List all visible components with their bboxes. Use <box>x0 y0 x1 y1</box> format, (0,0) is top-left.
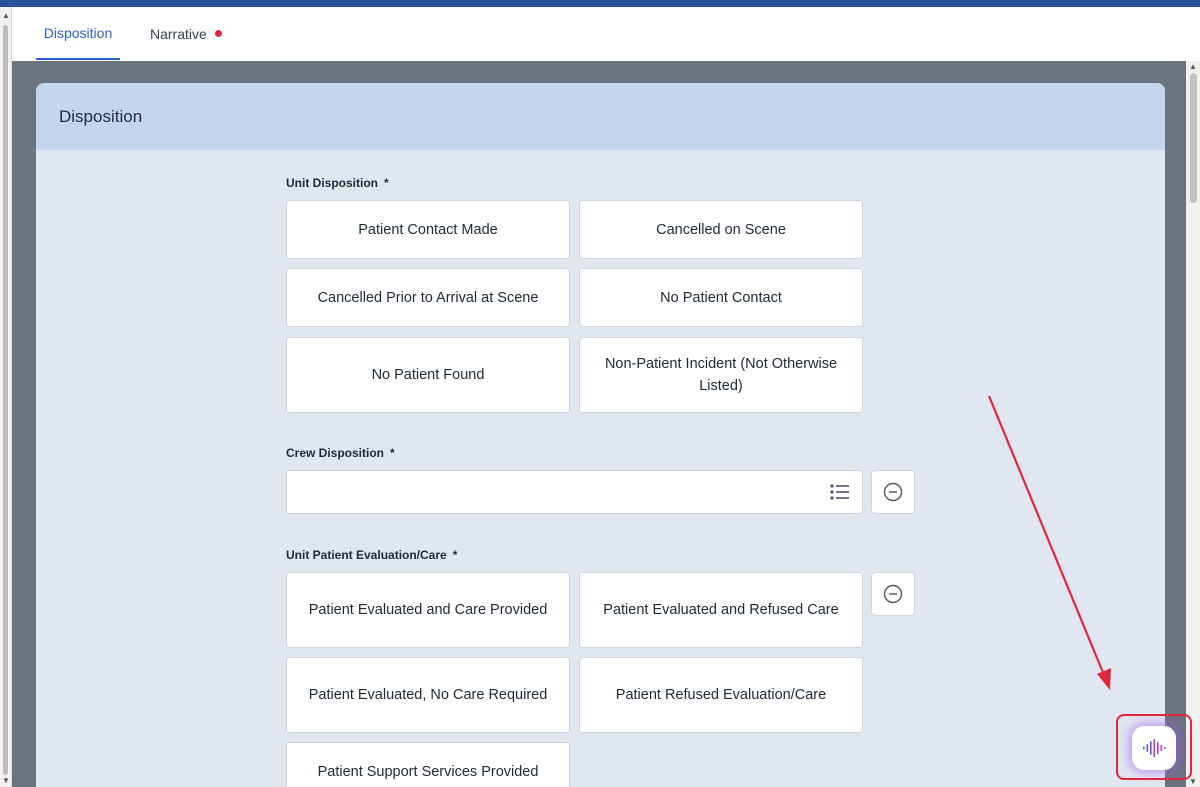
option-label: Patient Evaluated, No Care Required <box>308 687 548 703</box>
right-scrollbar[interactable]: ▲ ▼ <box>1186 61 1200 787</box>
disposition-card: Disposition Unit Disposition * Patient Co… <box>36 83 1165 787</box>
minus-circle-icon <box>883 584 903 604</box>
tab-disposition-label: Disposition <box>43 24 113 41</box>
option-label: Patient Support Services Provided <box>317 764 539 780</box>
option-no-patient-found[interactable]: No Patient Found <box>286 337 570 413</box>
scroll-up-icon[interactable]: ▲ <box>1189 62 1197 71</box>
option-refused-evaluation-care[interactable]: Patient Refused Evaluation/Care <box>579 657 863 733</box>
option-label: Patient Evaluated and Care Provided <box>308 602 548 618</box>
option-non-patient-incident[interactable]: Non-Patient Incident (Not Otherwise List… <box>579 337 863 413</box>
option-label: Cancelled Prior to Arrival at Scene <box>317 289 539 306</box>
top-accent-bar <box>0 0 1200 7</box>
crew-disposition-clear-button[interactable] <box>871 470 915 514</box>
option-label: No Patient Found <box>371 367 485 383</box>
alert-dot-icon <box>214 30 222 37</box>
required-marker: * <box>452 548 458 562</box>
required-marker: * <box>384 176 389 190</box>
option-evaluated-care-provided[interactable]: Patient Evaluated and Care Provided <box>286 572 570 648</box>
option-label: Patient Evaluated and Refused Care <box>603 602 839 618</box>
scroll-down-icon[interactable]: ▼ <box>1189 777 1197 786</box>
tab-narrative-label: Narrative <box>150 25 207 42</box>
minus-circle-icon <box>883 482 903 502</box>
scrollbar-thumb[interactable] <box>3 25 8 775</box>
tab-bar: Disposition Narrative <box>12 7 1200 61</box>
scroll-up-icon[interactable]: ▲ <box>2 11 10 20</box>
crew-disposition-field[interactable] <box>286 470 863 514</box>
unit-disposition-label-text: Unit Disposition <box>286 176 378 190</box>
list-icon[interactable] <box>830 484 850 500</box>
left-scrollbar[interactable]: ▲ ▼ <box>0 7 12 787</box>
scrollbar-thumb[interactable] <box>1190 73 1197 203</box>
option-cancelled-prior-to-arrival[interactable]: Cancelled Prior to Arrival at Scene <box>286 268 570 327</box>
option-label: Patient Contact Made <box>358 221 498 238</box>
option-evaluated-no-care-required[interactable]: Patient Evaluated, No Care Required <box>286 657 570 733</box>
crew-disposition-label: Crew Disposition * <box>286 446 395 460</box>
unit-disposition-label: Unit Disposition * <box>286 176 389 190</box>
card-header: Disposition <box>36 83 1165 150</box>
unit-patient-evaluation-label: Unit Patient Evaluation/Care * <box>286 548 457 562</box>
crew-disposition-label-text: Crew Disposition <box>286 446 385 460</box>
tab-narrative[interactable]: Narrative <box>150 7 222 60</box>
option-support-services-provided[interactable]: Patient Support Services Provided <box>286 742 570 787</box>
option-label: No Patient Contact <box>660 289 782 306</box>
option-cancelled-on-scene[interactable]: Cancelled on Scene <box>579 200 863 259</box>
content-area: Disposition Unit Disposition * Patient Co… <box>12 61 1186 787</box>
tab-disposition[interactable]: Disposition <box>36 7 120 60</box>
option-patient-contact-made[interactable]: Patient Contact Made <box>286 200 570 259</box>
option-evaluated-refused-care[interactable]: Patient Evaluated and Refused Care <box>579 572 863 648</box>
scroll-down-icon[interactable]: ▼ <box>2 776 10 785</box>
option-label: Non-Patient Incident (Not Otherwise List… <box>604 356 838 394</box>
option-no-patient-contact[interactable]: No Patient Contact <box>579 268 863 327</box>
unit-patient-evaluation-clear-button[interactable] <box>871 572 915 616</box>
unit-patient-evaluation-label-text: Unit Patient Evaluation/Care <box>286 548 447 562</box>
option-label: Patient Refused Evaluation/Care <box>615 687 827 703</box>
required-marker: * <box>390 446 395 460</box>
option-label: Cancelled on Scene <box>656 221 786 238</box>
voice-assistant-button[interactable] <box>1132 726 1176 770</box>
page-title: Disposition <box>59 106 143 126</box>
audio-waveform-icon <box>1143 739 1166 757</box>
